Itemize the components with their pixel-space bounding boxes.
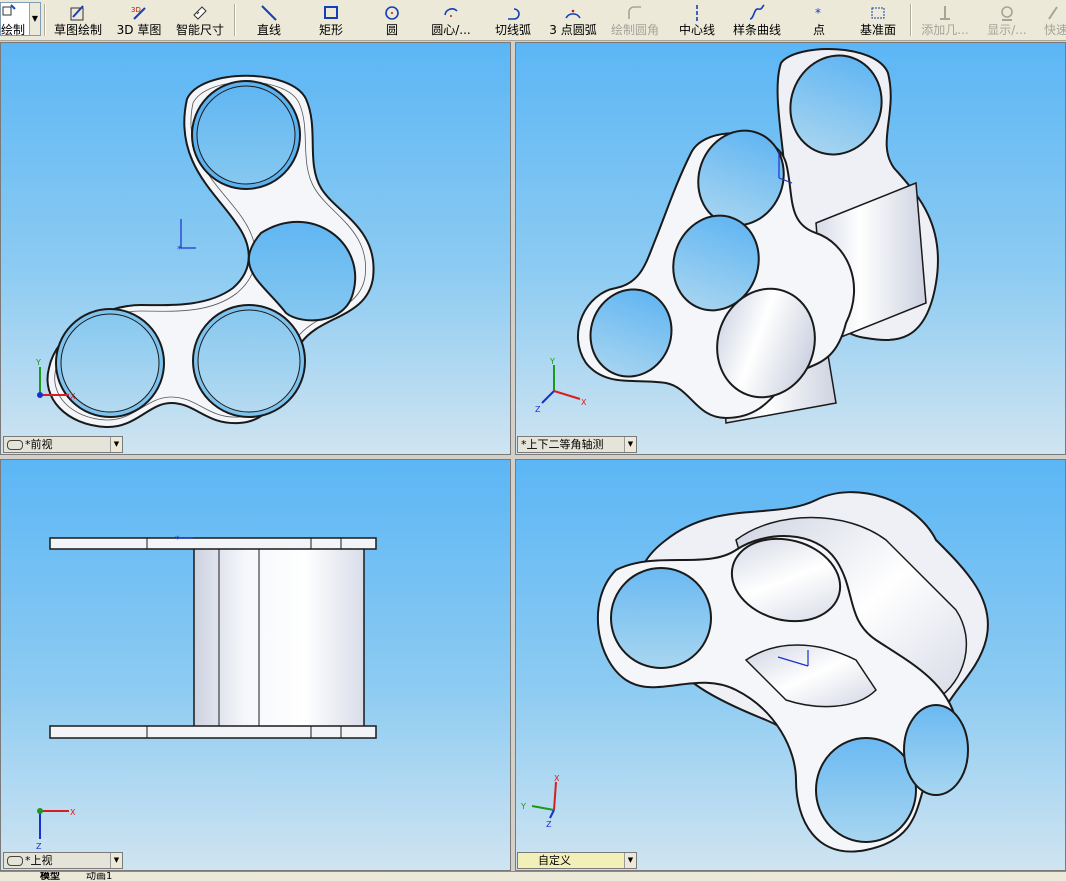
svg-text:*: *	[815, 6, 821, 20]
axis-y-label: Y	[520, 802, 526, 811]
axis-triad-custom: X Y Z	[520, 774, 560, 829]
isometric-view-model[interactable]	[516, 43, 1066, 455]
toolbar-button-smart-dimension[interactable]: 智能尺寸	[174, 0, 226, 40]
toolbar-button-tangent-arc[interactable]: 切线弧	[492, 0, 534, 40]
axis-x-label: X	[70, 808, 76, 817]
axis-x-label: X	[554, 774, 560, 783]
axis-z-label: Z	[36, 842, 42, 851]
axis-x-label: X	[70, 392, 76, 401]
smart-dimension-icon	[193, 6, 207, 20]
three-point-arc-icon	[565, 9, 581, 19]
toolbar-button-3d-sketch[interactable]: 3D 3D 草图	[116, 0, 162, 40]
tangent-arc-icon	[508, 8, 520, 20]
viewport-custom[interactable]: X Y Z 自定义 ▼	[515, 459, 1066, 871]
rectangle-icon	[324, 6, 338, 19]
axis-x-label: X	[581, 398, 587, 407]
toolbar-button-circle[interactable]: 圆	[380, 0, 404, 40]
view-selector-isometric[interactable]: *上下二等角轴测 ▼	[517, 436, 637, 453]
view-selector-front[interactable]: *前视 ▼	[3, 436, 123, 453]
sketch-fillet-icon	[628, 6, 641, 19]
sketch-mode-icon	[2, 4, 16, 16]
chevron-down-icon[interactable]: ▼	[110, 437, 122, 452]
toolbar-button-quick-snaps[interactable]: 快速	[1044, 0, 1066, 40]
toolbar-button-centerline[interactable]: 中心线	[678, 0, 716, 40]
toolbar-button-three-point-arc[interactable]: 3 点圆弧	[548, 0, 598, 40]
toolbar-button-rectangle[interactable]: 矩形	[314, 0, 348, 40]
quick-snaps-icon	[1048, 6, 1058, 20]
axis-z-label: Z	[535, 405, 541, 414]
axis-z-label: Z	[546, 820, 552, 829]
toolbar-button-sketch[interactable]: 草图绘制	[52, 0, 104, 40]
toolbar-button-plane[interactable]: 基准面	[858, 0, 898, 40]
sketch-mode-dropdown[interactable]: 绘制 ▼	[0, 2, 41, 37]
spline-icon	[749, 4, 765, 20]
link-view-icon	[7, 856, 23, 866]
viewport-isometric[interactable]: Y X Z *上下二等角轴测 ▼	[515, 42, 1066, 455]
viewport-top[interactable]: * X Z *上视 ▼	[0, 459, 511, 871]
view-name: 自定义	[538, 854, 571, 867]
line-icon	[261, 5, 277, 21]
view-name: *前视	[25, 438, 53, 451]
add-relation-icon	[940, 6, 950, 20]
plane-icon	[871, 7, 885, 19]
toolbar-button-display-relations[interactable]: 显示/...	[984, 0, 1030, 40]
3d-sketch-icon: 3D	[131, 6, 146, 20]
view-selector-top[interactable]: *上视 ▼	[3, 852, 123, 869]
chevron-down-icon[interactable]: ▼	[624, 437, 636, 452]
toolbar-button-centerpoint-arc[interactable]: 圆心/...	[426, 0, 476, 40]
centerpoint-arc-icon	[444, 8, 458, 17]
toolbar-button-point[interactable]: * 点	[810, 0, 828, 40]
origin-marker: *	[177, 219, 196, 255]
axis-triad-front: Y X	[35, 358, 76, 401]
sketch-icon	[70, 5, 84, 21]
toolbar-button-spline[interactable]: 样条曲线	[732, 0, 782, 40]
custom-view-model[interactable]	[516, 460, 1066, 871]
svg-text:*: *	[175, 535, 180, 545]
svg-text:*: *	[177, 245, 182, 255]
toolbar-button-line[interactable]: 直线	[252, 0, 286, 40]
view-name: *上下二等角轴测	[521, 438, 604, 451]
sketch-mode-label: 绘制	[1, 23, 26, 37]
view-name: *上视	[25, 854, 53, 867]
axis-triad-isometric: Y X Z	[535, 357, 587, 414]
centerline-icon	[696, 5, 698, 21]
link-view-icon	[7, 440, 23, 450]
point-icon: *	[815, 6, 821, 20]
circle-icon	[385, 6, 399, 20]
toolbar-button-add-relation[interactable]: 添加几...	[918, 0, 972, 40]
display-relations-icon	[1001, 6, 1013, 21]
axis-y-label: Y	[549, 357, 555, 366]
view-selector-custom[interactable]: 自定义 ▼	[517, 852, 637, 869]
chevron-down-icon[interactable]: ▼	[624, 853, 636, 868]
toolbar-button-sketch-fillet[interactable]: 绘制圆角	[610, 0, 660, 40]
chevron-down-icon[interactable]: ▼	[110, 853, 122, 868]
axis-y-label: Y	[35, 358, 41, 367]
viewport-front[interactable]: * Y X *前视 ▼	[0, 42, 511, 455]
chevron-down-icon[interactable]: ▼	[29, 3, 40, 35]
axis-triad-top: X Z	[36, 808, 76, 851]
sketch-toolbar: 绘制 ▼ 草图绘制 3D 3D 草图 智能尺寸 直线 矩形 圆 圆心/... 切…	[0, 0, 1066, 41]
